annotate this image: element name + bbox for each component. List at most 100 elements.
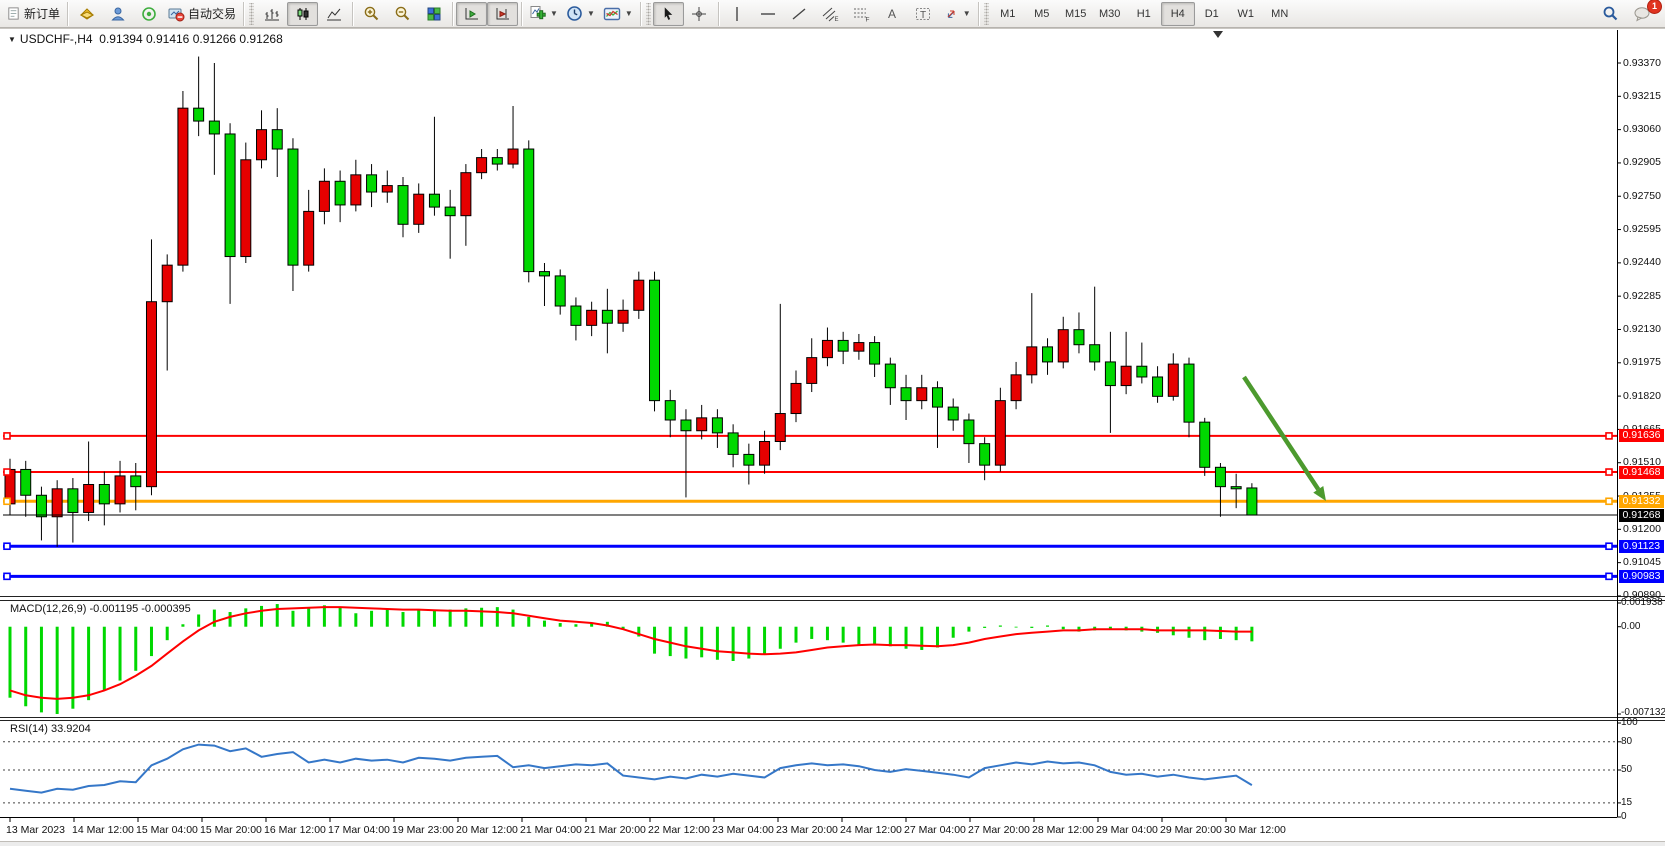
svg-text:F: F [865,16,869,22]
anchor-marker[interactable] [1606,573,1612,579]
timeframe-button-H4[interactable]: H4 [1161,2,1195,26]
timeframe-button-D1[interactable]: D1 [1195,2,1229,26]
toolbar-drag-handle[interactable] [984,3,989,25]
candle-body [1184,364,1194,422]
chart-shift-marker[interactable] [1213,31,1223,38]
candle-body [712,418,722,433]
toolbar-separator [718,2,719,26]
new-order-button[interactable]: 新订单 [2,2,64,26]
auto-scroll-button[interactable] [456,2,487,26]
anchor-marker[interactable] [1606,498,1612,504]
anchor-marker[interactable] [1606,543,1612,549]
candle-body [414,194,424,224]
anchor-marker[interactable] [1606,433,1612,439]
macd-hist-bar [936,627,939,648]
timeframe-button-M30[interactable]: M30 [1093,2,1127,26]
candle-body [760,441,770,465]
candle-body [178,108,188,265]
macd-hist-bar [700,627,703,658]
toolbar-separator [640,2,641,26]
macd-hist-bar [779,627,782,649]
notifications-button[interactable]: 1 [1626,2,1657,26]
timeframe-button-M5[interactable]: M5 [1025,2,1059,26]
timeframe-button-H1[interactable]: H1 [1127,2,1161,26]
macd-hist-bar [496,607,499,627]
bar-chart-mode-button[interactable] [256,2,287,26]
arrow-objects-icon [943,6,959,22]
zoom-out-button[interactable] [387,2,418,26]
candle-body [838,340,848,351]
signals-button[interactable] [133,2,164,26]
candle-body [995,401,1005,466]
timeframe-button-M1[interactable]: M1 [991,2,1025,26]
search-button[interactable] [1595,2,1626,26]
timeframe-button-MN[interactable]: MN [1263,2,1297,26]
candle-body [555,276,565,306]
cursor-button[interactable] [653,2,684,26]
candle-body [1027,347,1037,375]
candle-body [21,469,31,495]
channel-tool-button[interactable]: E [815,2,846,26]
candle-body [1153,377,1163,396]
macd-hist-bar [40,627,43,713]
candle-body [901,388,911,401]
macd-hist-bar [527,617,530,627]
candle-body [319,181,329,211]
text-tool-button[interactable]: A [877,2,908,26]
macd-hist-bar [71,627,74,709]
candle-body [571,306,581,325]
trend-arrow[interactable] [1244,377,1326,501]
candle-body [209,121,219,134]
macd-hist-bar [559,623,562,627]
macd-hist-bar [1235,627,1238,640]
candlestick-mode-button[interactable] [287,2,318,26]
candle-body [1215,467,1225,486]
chart-plot-area[interactable] [0,0,1665,846]
candle-body [1011,375,1021,401]
timeframe-button-W1[interactable]: W1 [1229,2,1263,26]
svg-text:T: T [920,10,926,21]
line-chart-mode-button[interactable] [318,2,349,26]
candle-body [257,130,267,160]
candle-body [1247,488,1257,515]
vertical-line-tool-button[interactable] [722,2,753,26]
candle-body [351,175,361,205]
anchor-marker[interactable] [4,543,10,549]
candle-body [948,407,958,420]
macd-hist-bar [512,610,515,627]
anchor-marker[interactable] [4,573,10,579]
candle-body [335,181,345,205]
anchor-marker[interactable] [1606,469,1612,475]
window-bottom-strip [0,841,1665,846]
anchor-marker[interactable] [4,433,10,439]
candle-body [1105,362,1115,386]
tile-windows-button[interactable] [418,2,449,26]
history-center-button[interactable] [71,2,102,26]
macd-hist-bar [1219,627,1222,639]
macd-hist-bar [449,610,452,627]
autotrade-button[interactable]: 自动交易 [164,2,240,26]
macd-hist-bar [119,627,122,681]
templates-button[interactable]: ▼ [599,2,637,26]
fibonacci-tool-button[interactable]: F [846,2,877,26]
text-label-tool-button[interactable]: T [908,2,939,26]
trendline-tool-button[interactable] [784,2,815,26]
crosshair-icon [691,6,707,22]
global-variables-button[interactable] [102,2,133,26]
arrows-tool-button[interactable]: ▼ [939,2,975,26]
new-order-icon [6,6,21,21]
macd-hist-bar [716,627,719,660]
toolbar-drag-handle[interactable] [249,3,254,25]
anchor-marker[interactable] [4,469,10,475]
zoom-in-button[interactable] [356,2,387,26]
chart-shift-button[interactable] [487,2,518,26]
indicators-button[interactable]: ▼ [525,2,562,26]
anchor-marker[interactable] [4,498,10,504]
horizontal-line-tool-button[interactable] [753,2,784,26]
crosshair-button[interactable] [684,2,715,26]
toolbar-drag-handle[interactable] [646,3,651,25]
timeframe-button-M15[interactable]: M15 [1059,2,1093,26]
macd-hist-bar [56,627,59,714]
periods-button[interactable]: ▼ [562,2,599,26]
macd-hist-bar [574,624,577,626]
